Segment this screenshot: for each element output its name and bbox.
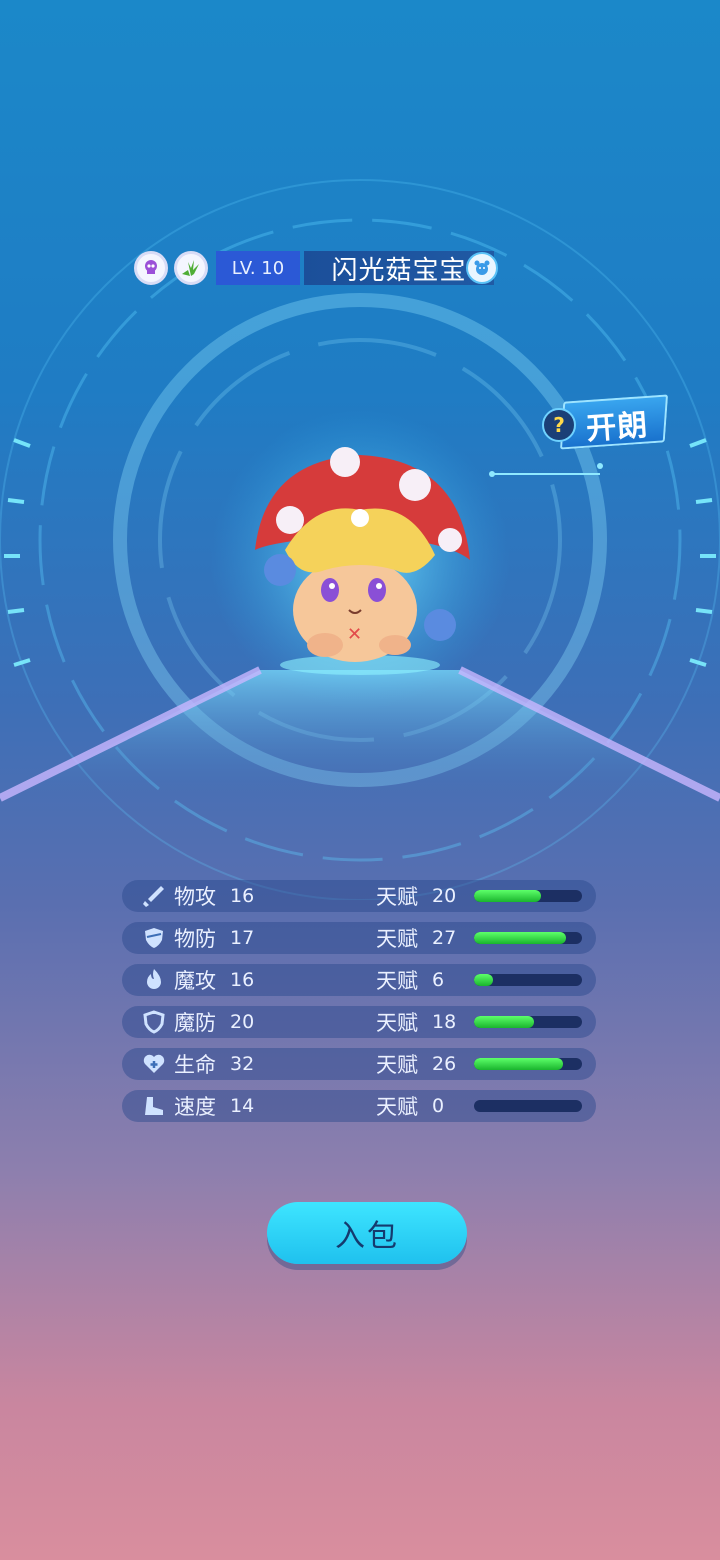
talent-bar-fill xyxy=(474,1016,535,1028)
grass-badge-icon[interactable] xyxy=(174,251,208,285)
stat-label: 速度 xyxy=(174,1095,216,1119)
stat-row: 速度 14 天赋 0 xyxy=(122,1090,596,1122)
stat-row: 物攻 16 天赋 20 xyxy=(122,880,596,912)
pet-header: LV. 10 闪光菇宝宝 xyxy=(134,250,498,286)
stat-value: 17 xyxy=(230,927,255,949)
talent-value: 26 xyxy=(432,1053,457,1075)
level-label: LV. 10 xyxy=(216,251,300,285)
talent-value: 0 xyxy=(432,1095,445,1117)
talent-bar xyxy=(474,1058,582,1070)
stat-row: 魔防 20 天赋 18 xyxy=(122,1006,596,1038)
talent-value: 18 xyxy=(432,1011,457,1033)
talent-bar xyxy=(474,1016,582,1028)
heart-plus-icon xyxy=(134,1048,174,1080)
stat-label: 魔攻 xyxy=(174,969,216,993)
add-to-bag-button[interactable]: 入包 xyxy=(267,1202,467,1264)
stat-label: 物防 xyxy=(174,927,216,951)
personality-label: 开朗 xyxy=(585,407,650,448)
skull-badge-icon[interactable] xyxy=(134,251,168,285)
talent-value: 20 xyxy=(432,885,457,907)
talent-label: 天赋 xyxy=(376,927,418,951)
talent-value: 6 xyxy=(432,969,445,991)
stat-value: 16 xyxy=(230,969,255,991)
talent-bar xyxy=(474,890,582,902)
stat-label: 生命 xyxy=(174,1053,216,1077)
stat-label: 物攻 xyxy=(174,885,216,909)
help-icon[interactable]: ? xyxy=(542,408,576,442)
talent-label: 天赋 xyxy=(376,1053,418,1077)
stat-row: 生命 32 天赋 26 xyxy=(122,1048,596,1080)
stat-label: 魔防 xyxy=(174,1011,216,1035)
personality-tag[interactable]: 开朗 ? xyxy=(540,392,670,452)
stat-row: 魔攻 16 天赋 6 xyxy=(122,964,596,996)
talent-bar xyxy=(474,1100,582,1112)
talent-bar xyxy=(474,932,582,944)
talent-label: 天赋 xyxy=(376,1011,418,1035)
talent-bar-fill xyxy=(474,1058,563,1070)
pet-face-icon[interactable] xyxy=(466,252,498,284)
talent-bar xyxy=(474,974,582,986)
mushroom-pet-sprite[interactable]: ✕ xyxy=(245,440,475,680)
stats-panel: 物攻 16 天赋 20 物防 17 天赋 27 魔攻 16 天赋 6 魔防 20… xyxy=(122,880,596,1132)
boot-icon xyxy=(134,1090,174,1122)
talent-label: 天赋 xyxy=(376,885,418,909)
talent-bar-fill xyxy=(474,890,541,902)
talent-label: 天赋 xyxy=(376,969,418,993)
stat-value: 16 xyxy=(230,885,255,907)
sword-icon xyxy=(134,880,174,912)
talent-value: 27 xyxy=(432,927,457,949)
flame-icon xyxy=(134,964,174,996)
stat-value: 20 xyxy=(230,1011,255,1033)
shield-icon xyxy=(134,922,174,954)
talent-bar-fill xyxy=(474,974,494,986)
talent-label: 天赋 xyxy=(376,1095,418,1119)
magic-shield-icon xyxy=(134,1006,174,1038)
stat-row: 物防 17 天赋 27 xyxy=(122,922,596,954)
stat-value: 32 xyxy=(230,1053,255,1075)
talent-bar-fill xyxy=(474,932,566,944)
stat-value: 14 xyxy=(230,1095,255,1117)
svg-text:✕: ✕ xyxy=(347,624,362,645)
